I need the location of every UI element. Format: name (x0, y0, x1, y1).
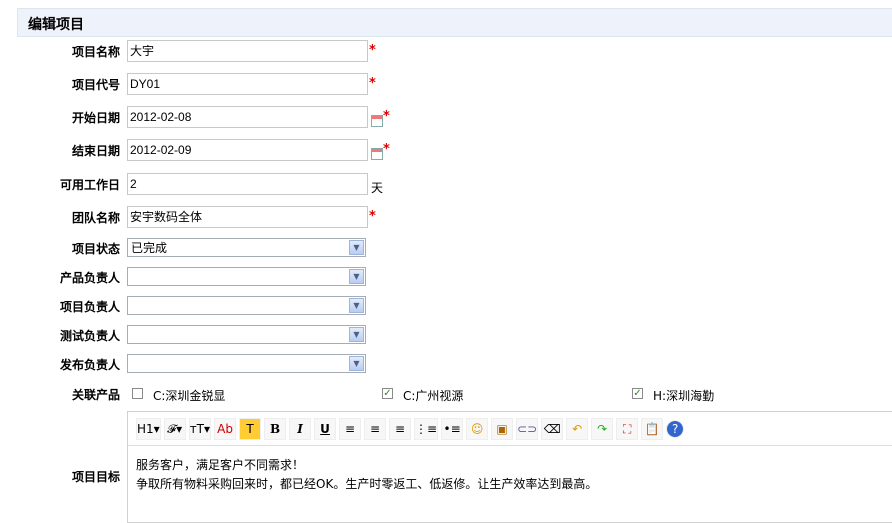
label-start: 开始日期 (71, 111, 120, 125)
chevron-down-icon: ▼ (349, 298, 364, 313)
page-title: 编辑项目 (28, 17, 84, 33)
bold-button[interactable]: B (264, 418, 287, 440)
product-checkbox[interactable] (132, 388, 143, 399)
release-owner-select[interactable]: ▼ (127, 354, 366, 373)
team-input[interactable]: 安宇数码全体 (127, 206, 368, 228)
chevron-down-icon: ▼ (349, 356, 364, 371)
project-owner-select[interactable]: ▼ (127, 296, 366, 315)
chevron-down-icon: ▼ (349, 240, 364, 255)
eraser-button[interactable]: ⌫ (541, 418, 564, 440)
label-end: 结束日期 (71, 144, 120, 158)
editor-toolbar: H1▾ 𝓕▾ ᴛT▾ Ab T B I U ≡ ≡ ≡ ⋮≡ •≡ ☺ ▣ ⊂⊃… (136, 417, 685, 441)
required-mark: * (383, 142, 390, 157)
product-name: C:广州视源 (403, 389, 464, 403)
required-mark: * (369, 76, 376, 91)
emoticon-button[interactable]: ☺ (466, 418, 489, 440)
test-owner-select[interactable]: ▼ (127, 325, 366, 344)
unordered-list-button[interactable]: •≡ (441, 418, 464, 440)
heading-button[interactable]: H1▾ (136, 418, 161, 440)
font-color-button[interactable]: Ab (214, 418, 237, 440)
label-name: 项目名称 (71, 45, 120, 59)
font-family-button[interactable]: 𝓕▾ (163, 418, 186, 440)
label-project-owner: 项目负责人 (59, 300, 120, 314)
label-products: 关联产品 (71, 388, 120, 402)
align-center-button[interactable]: ≡ (364, 418, 387, 440)
code-input[interactable]: DY01 (127, 73, 368, 95)
italic-button[interactable]: I (289, 418, 312, 440)
product-checkbox[interactable]: ✓ (632, 388, 643, 399)
label-test-owner: 测试负责人 (59, 329, 120, 343)
label-days: 可用工作日 (59, 178, 120, 192)
product-name: C:深圳金锐显 (153, 389, 226, 403)
product-checkbox[interactable]: ✓ (382, 388, 393, 399)
days-unit: 天 (371, 181, 384, 195)
content-line: 争取所有物料采购回来时，都已经OK。生产时零返工、低返修。让生产效率达到最高。 (136, 477, 598, 491)
align-right-button[interactable]: ≡ (389, 418, 412, 440)
product-name: H:深圳海勤 (653, 389, 715, 403)
label-team: 团队名称 (71, 211, 120, 225)
label-product-owner: 产品负责人 (59, 271, 120, 285)
required-mark: * (369, 209, 376, 224)
start-date-input[interactable]: 2012-02-08 (127, 106, 368, 128)
days-input[interactable]: 2 (127, 173, 368, 195)
calendar-icon[interactable] (371, 115, 383, 127)
required-mark: * (369, 43, 376, 58)
redo-button[interactable]: ↷ (591, 418, 614, 440)
chevron-down-icon: ▼ (349, 327, 364, 342)
label-release-owner: 发布负责人 (59, 358, 120, 372)
paste-button[interactable]: 📋 (641, 418, 664, 440)
goal-editor[interactable]: H1▾ 𝓕▾ ᴛT▾ Ab T B I U ≡ ≡ ≡ ⋮≡ •≡ ☺ ▣ ⊂⊃… (127, 411, 892, 523)
label-goal: 项目目标 (71, 470, 120, 484)
page-header: 编辑项目 (17, 8, 892, 37)
label-code: 项目代号 (71, 78, 120, 92)
status-value: 已完成 (131, 241, 168, 255)
editor-content[interactable]: 服务客户，满足客户不同需求！ 争取所有物料采购回来时，都已经OK。生产时零返工、… (136, 456, 597, 494)
end-date-input[interactable]: 2012-02-09 (127, 139, 368, 161)
underline-button[interactable]: U (314, 418, 337, 440)
content-line: 服务客户，满足客户不同需求！ (136, 458, 305, 472)
status-select[interactable]: 已完成 ▼ (127, 238, 366, 257)
font-size-button[interactable]: ᴛT▾ (188, 418, 212, 440)
fullscreen-button[interactable]: ⛶ (616, 418, 639, 440)
required-mark: * (383, 109, 390, 124)
toolbar-divider (128, 445, 892, 446)
help-button[interactable]: ? (666, 420, 685, 438)
highlight-button[interactable]: T (239, 418, 262, 440)
ordered-list-button[interactable]: ⋮≡ (414, 418, 439, 440)
product-owner-select[interactable]: ▼ (127, 267, 366, 286)
label-status: 项目状态 (71, 242, 120, 256)
align-left-button[interactable]: ≡ (339, 418, 362, 440)
chevron-down-icon: ▼ (349, 269, 364, 284)
calendar-icon[interactable] (371, 148, 383, 160)
link-button[interactable]: ⊂⊃ (516, 418, 539, 440)
undo-button[interactable]: ↶ (566, 418, 589, 440)
name-input[interactable]: 大宇 (127, 40, 368, 62)
insert-image-button[interactable]: ▣ (491, 418, 514, 440)
